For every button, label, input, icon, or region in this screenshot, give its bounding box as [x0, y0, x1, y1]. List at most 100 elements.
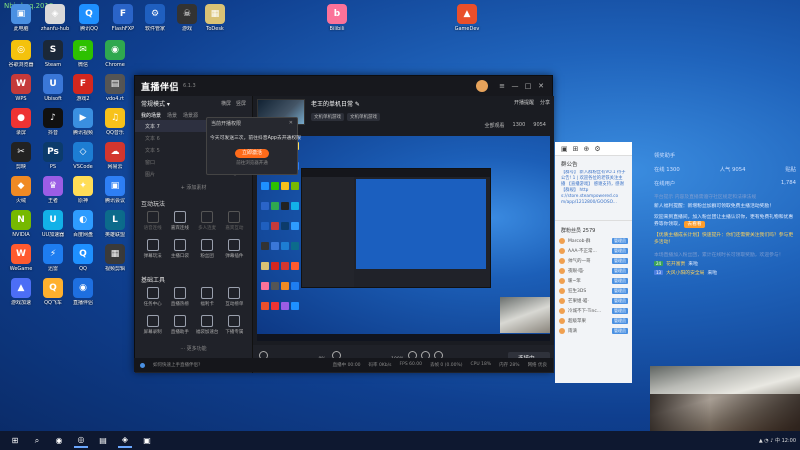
- menu-icon[interactable]: ≡: [497, 82, 507, 90]
- more-features-button[interactable]: ··· 更多功能: [135, 345, 252, 352]
- tool-guest-link[interactable]: 嘉宾连线: [166, 211, 193, 237]
- tool-welfare-card[interactable]: 福利卡: [194, 287, 221, 313]
- chat-user[interactable]: 大风小阳的安全局: [666, 269, 704, 276]
- preview-icon: [271, 282, 279, 290]
- go-look-button[interactable]: 去看看: [684, 221, 705, 228]
- tool-fan-group[interactable]: 粉丝团: [194, 239, 221, 265]
- info-extra[interactable]: 贴贴: [785, 165, 796, 173]
- member-row[interactable]: 暖~笨 管理员: [555, 276, 632, 286]
- member-row[interactable]: 超级苹果 管理员: [555, 316, 632, 326]
- notice-text[interactable]: 【群号】 新入群粉丝有VO.1 待子公告! 1 | 欢迎各位的老铁关注主播 【直…: [555, 170, 632, 206]
- desktop-icon[interactable]: Q QQ飞车: [36, 278, 70, 318]
- desktop-icon[interactable]: Q 腾讯QQ: [72, 4, 106, 44]
- group-icon: [201, 211, 214, 223]
- preview-icon: [291, 222, 299, 230]
- tool-danmaku-plugin[interactable]: 弹幕插件: [221, 239, 248, 265]
- maximize-icon[interactable]: □: [523, 82, 533, 90]
- member-row[interactable]: AAA-不正常... 管理员: [555, 246, 632, 256]
- member-row[interactable]: 冷城不下-Tinc... 管理员: [555, 306, 632, 316]
- desktop-icon[interactable]: ⚙ 软件管家: [138, 4, 172, 44]
- desktop-icon-label: Chrome: [105, 62, 125, 68]
- desktop-icon[interactable]: ▲ 游戏加速: [4, 278, 38, 318]
- activate-button[interactable]: 立即激活: [235, 149, 269, 158]
- tab-landscape[interactable]: 横屏: [221, 100, 231, 107]
- tab-portrait[interactable]: 竖屏: [236, 100, 246, 107]
- grid-icon[interactable]: ⊞: [573, 145, 579, 153]
- preview-icon: [291, 202, 299, 210]
- status-live-time: 直播中 00:00: [332, 363, 361, 368]
- chat-user[interactable]: 花开富贵: [666, 260, 685, 267]
- room-tag[interactable]: 文机单机游戏: [311, 113, 344, 121]
- mic-icon: [146, 211, 159, 223]
- tool-offline[interactable]: 下播专属: [221, 315, 248, 341]
- minimize-icon[interactable]: —: [510, 82, 520, 90]
- member-row[interactable]: Marcob·群 管理员: [555, 236, 632, 246]
- desktop-icon[interactable]: F FlashFXP: [106, 4, 140, 44]
- room-title[interactable]: 老王的单机日常 ✎: [311, 99, 514, 108]
- desktop-icon[interactable]: ▦ ToDesk: [198, 4, 232, 44]
- tool-rank-list[interactable]: 互动榜单: [221, 287, 248, 313]
- tool-lucky-bag[interactable]: 福袋加速台: [194, 315, 221, 341]
- member-row[interactable]: 夜眼·喵· 管理员: [555, 266, 632, 276]
- member-row[interactable]: 帅气的一哥 管理员: [555, 256, 632, 266]
- screen-icon[interactable]: ▣: [561, 145, 568, 153]
- desktop-icon[interactable]: ▦ 视频剪辑: [98, 244, 132, 284]
- room-info: 老王的单机日常 ✎ 文机单机游戏 文机单机游戏: [311, 99, 514, 121]
- gear-icon[interactable]: ⚙: [594, 145, 600, 153]
- live-preview[interactable]: [257, 136, 550, 341]
- desktop-icon[interactable]: ◉ 直播伴侣: [66, 278, 100, 318]
- preview-webcam: [500, 297, 550, 333]
- tab-scene-source[interactable]: 场景源: [183, 112, 198, 119]
- desktop-icon[interactable]: b Bilibili: [320, 4, 354, 44]
- tab-my-scene[interactable]: 我的场景: [141, 112, 161, 119]
- nested-titlebar: [302, 169, 490, 177]
- tool-anchor-pocket[interactable]: 主播口袋: [166, 239, 193, 265]
- desktop-icon[interactable]: ▲ GameDev: [450, 4, 484, 44]
- desktop-icon[interactable]: ▣ 此电脑: [4, 4, 38, 44]
- tool-danmaku-play[interactable]: 弹幕玩法: [139, 239, 166, 265]
- quick-start-link[interactable]: 如何快速上手直播伴侣?: [153, 362, 200, 368]
- group-chat-panel: ▣ ⊞ ⊕ ⚙ 群公告 【群号】 新入群粉丝有VO.1 待子公告! 1 | 欢迎…: [555, 142, 632, 383]
- tool-live-assistant[interactable]: 直播助手: [166, 315, 193, 341]
- interactive-tools-grid: 语音连线 嘉宾连线 多人连麦 嘉宾互动 弹幕玩法 主播口袋 粉丝团 弹幕插件: [135, 209, 252, 267]
- app-window-icon[interactable]: ▣: [140, 434, 154, 448]
- add-icon[interactable]: ⊕: [584, 145, 590, 153]
- member-row[interactable]: 狂生3DS 管理员: [555, 286, 632, 296]
- desktop-icon-label: 视频剪辑: [104, 266, 125, 272]
- tool-multi-mic[interactable]: 多人连麦: [194, 211, 221, 237]
- add-source-button[interactable]: + 添加素材: [159, 184, 229, 191]
- preview-icon: [271, 242, 279, 250]
- mode-dropdown[interactable]: 常规模式 ▾: [141, 99, 216, 108]
- user-avatar[interactable]: [476, 80, 488, 92]
- tool-screen-record[interactable]: 屏幕录制: [139, 315, 166, 341]
- close-icon[interactable]: ✕: [536, 82, 546, 90]
- browser-icon[interactable]: ◉: [52, 434, 66, 448]
- system-tray[interactable]: ▲ ◔ ♪ 中 12:00: [759, 437, 796, 444]
- tool-task-center[interactable]: 任务中心: [139, 287, 166, 313]
- desktop-icon[interactable]: ◈ zhanfu-hub: [38, 4, 72, 44]
- tool-label: 嘉宾互动: [225, 226, 244, 231]
- member-row[interactable]: 雨滴 管理员: [555, 326, 632, 336]
- live-reminder-button[interactable]: 开播提醒: [514, 99, 534, 106]
- open-browser-link[interactable]: 前往浏览器开通: [207, 160, 297, 166]
- chrome-icon[interactable]: ◎: [74, 434, 88, 448]
- tool-label: 语音连线: [143, 226, 162, 231]
- start-icon[interactable]: ⊞: [8, 434, 22, 448]
- tab-scene[interactable]: 场景: [167, 112, 177, 119]
- folder-icon[interactable]: ▤: [96, 434, 110, 448]
- search-icon[interactable]: ⌕: [30, 434, 44, 448]
- share-button[interactable]: 分享: [540, 99, 550, 106]
- tool-hot-list[interactable]: 直播热榜: [166, 287, 193, 313]
- member-row[interactable]: 芒果姐·喵· 管理员: [555, 296, 632, 306]
- tool-label: 直播助手: [170, 330, 189, 335]
- streaming-app-icon[interactable]: ◈: [118, 434, 132, 448]
- admin-badge: 管理员: [612, 298, 628, 304]
- source-label: 文本 7: [145, 123, 160, 130]
- user-link-icon: [173, 211, 186, 223]
- tool-voice-link[interactable]: 语音连线: [139, 211, 166, 237]
- watch-all-label[interactable]: 全部观看: [485, 122, 505, 129]
- close-icon[interactable]: ✕: [289, 120, 293, 126]
- tool-guest-interact[interactable]: 嘉宾互动: [221, 211, 248, 237]
- room-tag[interactable]: 文机单机游戏: [347, 113, 380, 121]
- room-tags: 文机单机游戏 文机单机游戏: [311, 113, 514, 121]
